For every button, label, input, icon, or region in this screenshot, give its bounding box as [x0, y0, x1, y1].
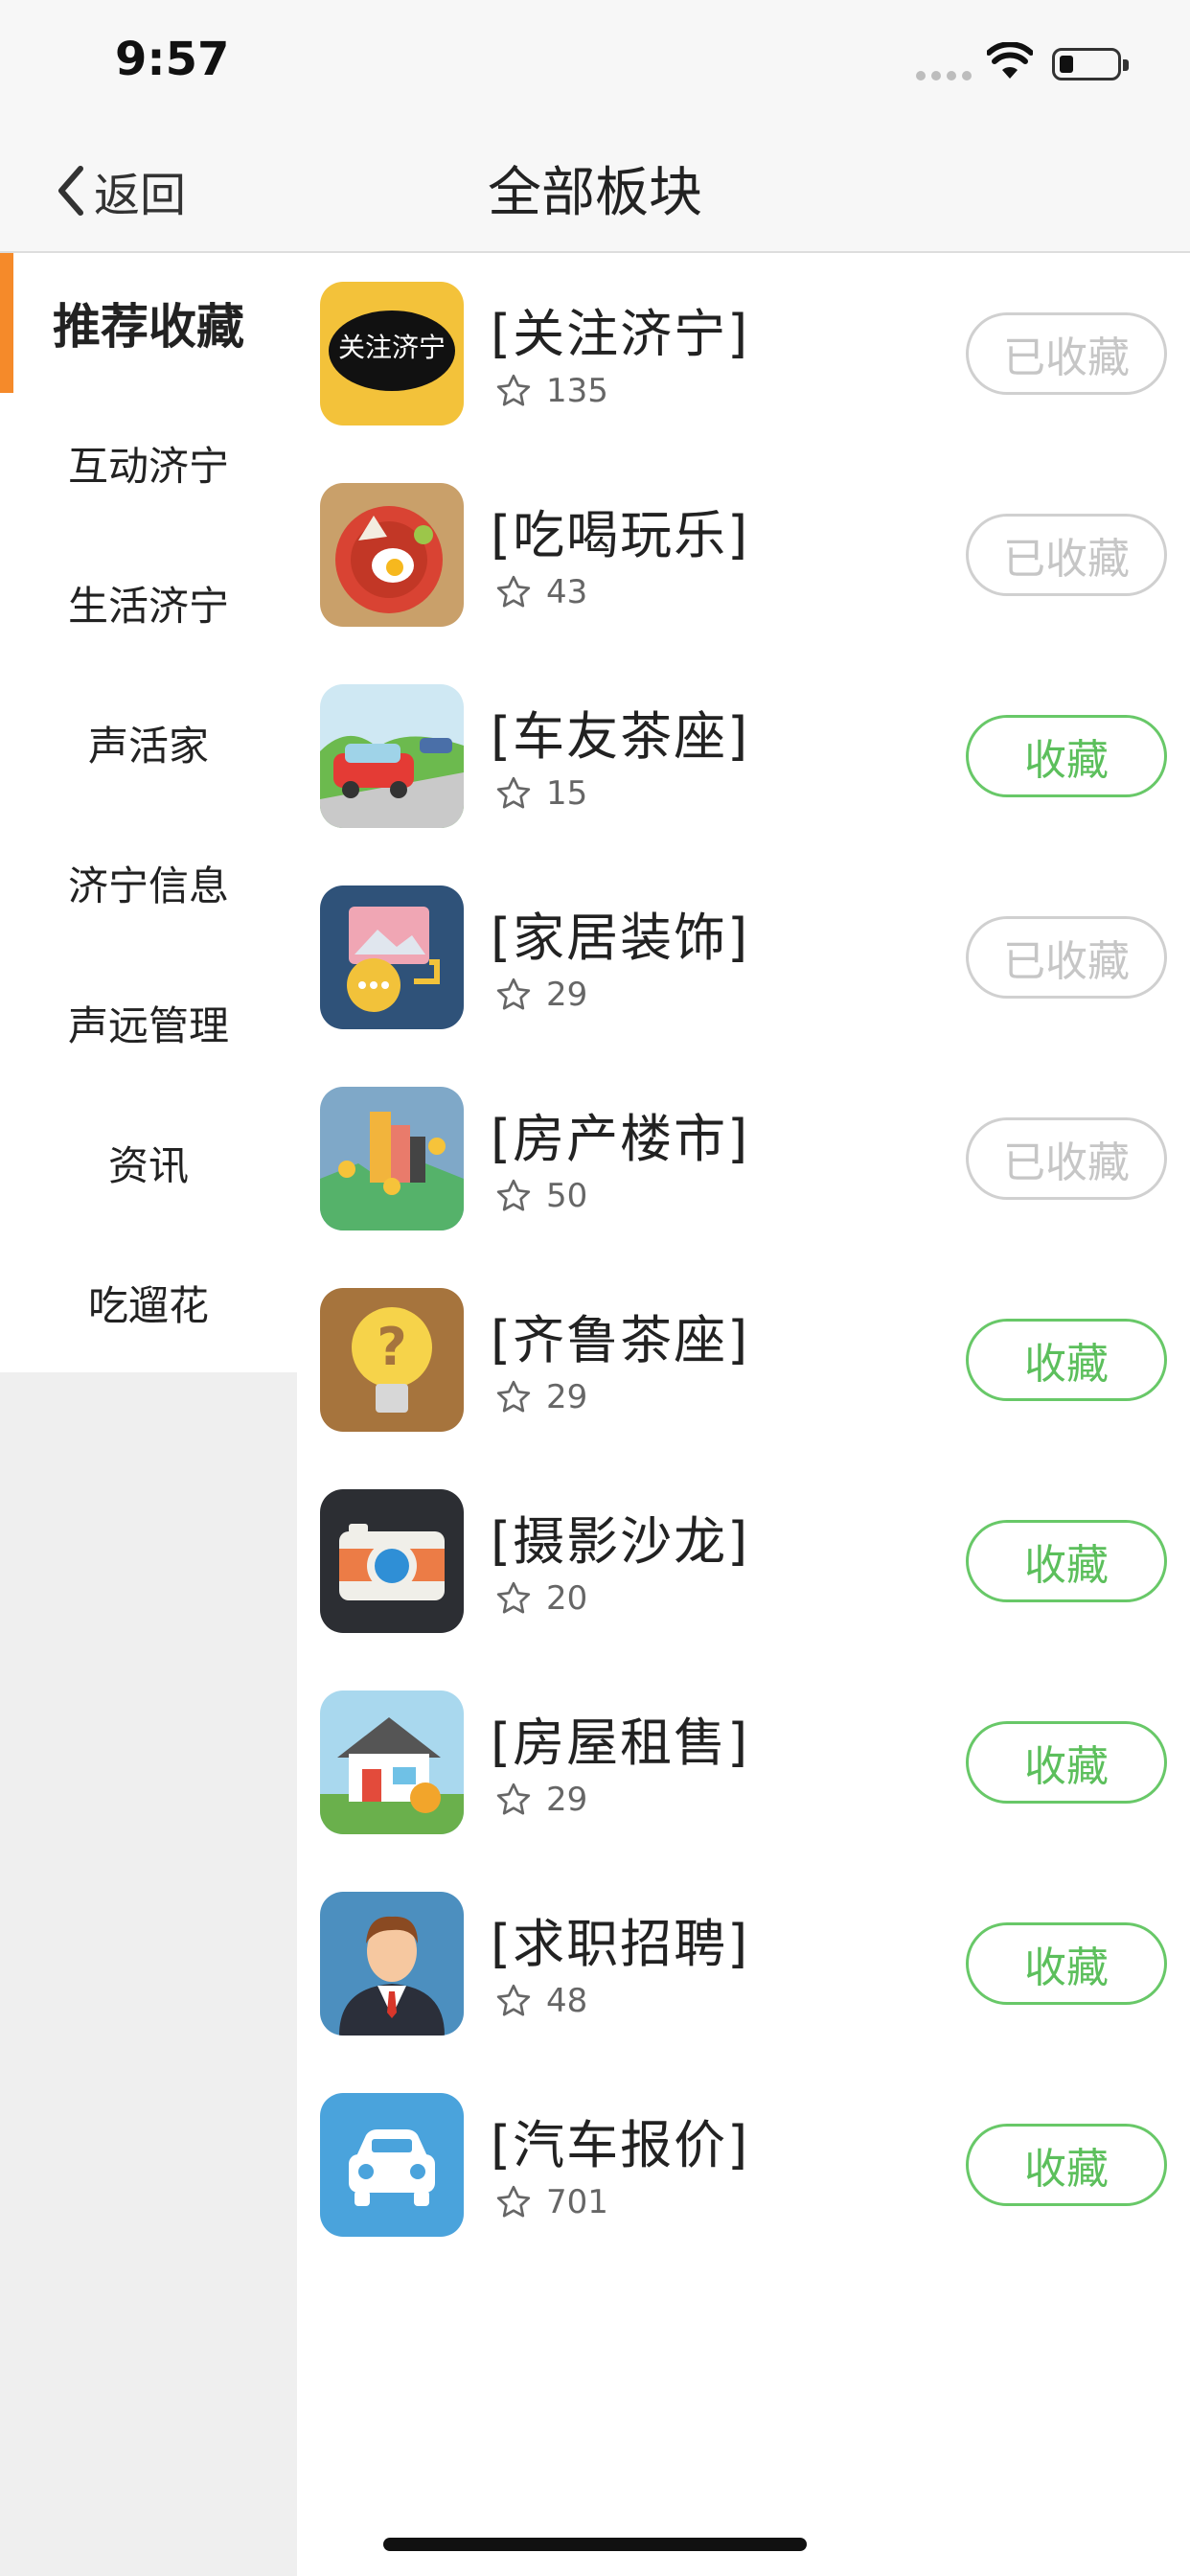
board-name: [求职招聘]: [491, 1914, 750, 1974]
star-icon: [496, 374, 531, 406]
sidebar-item-life-jining[interactable]: 生活济宁: [0, 533, 297, 673]
battery-icon: [1052, 48, 1129, 80]
board-name: [吃喝玩乐]: [491, 505, 750, 565]
board-row[interactable]: 关注济宁 [关注济宁] 135 已收藏: [297, 253, 1190, 454]
sidebar-item-interactive-jining[interactable]: 互动济宁: [0, 393, 297, 533]
guanzhu-jining-logo-icon: 关注济宁: [320, 282, 464, 426]
board-name: [房产楼市]: [491, 1109, 750, 1169]
food-plate-icon: [320, 483, 464, 627]
star-icon: [496, 2185, 531, 2218]
businessman-icon: [320, 1892, 464, 2036]
collect-button[interactable]: 收藏: [966, 1922, 1167, 2005]
star-icon: [496, 776, 531, 809]
favorite-count: 135: [546, 372, 608, 410]
board-row[interactable]: ? [齐鲁茶座] 29 收藏: [297, 1259, 1190, 1460]
board-row[interactable]: [家居装饰] 29 已收藏: [297, 857, 1190, 1058]
category-sidebar: 推荐收藏 互动济宁 生活济宁 声活家 济宁信息 声远管理 资讯 吃遛花: [0, 253, 297, 1372]
navigation-bar: 返回 全部板块: [0, 126, 1190, 253]
star-icon: [496, 575, 531, 608]
board-name: [车友茶座]: [491, 706, 750, 767]
collect-button[interactable]: 收藏: [966, 715, 1167, 797]
favorite-count: 43: [546, 573, 588, 611]
collect-button[interactable]: 收藏: [966, 1319, 1167, 1401]
collected-button[interactable]: 已收藏: [966, 312, 1167, 395]
city-buildings-icon: [320, 1087, 464, 1230]
collected-button[interactable]: 已收藏: [966, 514, 1167, 596]
board-row[interactable]: [车友茶座] 15 收藏: [297, 656, 1190, 857]
sidebar-item-recommended[interactable]: 推荐收藏: [0, 253, 297, 393]
favorite-count: 50: [546, 1177, 588, 1215]
status-time: 9:57: [115, 33, 230, 86]
sidebar-item-chiliuhua[interactable]: 吃遛花: [0, 1232, 297, 1372]
collect-button[interactable]: 收藏: [966, 2124, 1167, 2206]
wifi-icon: [987, 42, 1033, 79]
status-bar: 9:57: [0, 0, 1190, 126]
favorite-count: 29: [546, 1378, 588, 1416]
camera-icon: [320, 1489, 464, 1633]
board-list: 关注济宁 [关注济宁] 135 已收藏 [吃喝玩乐] 43 已收藏 [车友茶座]…: [297, 253, 1190, 2266]
collected-button[interactable]: 已收藏: [966, 916, 1167, 999]
star-icon: [496, 1380, 531, 1413]
favorite-count: 20: [546, 1579, 588, 1618]
house-coin-icon: [320, 1690, 464, 1834]
board-row[interactable]: [房产楼市] 50 已收藏: [297, 1058, 1190, 1259]
board-name: [汽车报价]: [491, 2115, 750, 2175]
lightbulb-question-icon: ?: [320, 1288, 464, 1432]
collect-button[interactable]: 收藏: [966, 1520, 1167, 1602]
sidebar-item-jining-info[interactable]: 济宁信息: [0, 813, 297, 953]
favorite-count: 29: [546, 976, 588, 1014]
car-front-icon: [320, 2093, 464, 2237]
star-icon: [496, 978, 531, 1010]
home-indicator[interactable]: [383, 2538, 807, 2551]
collected-button[interactable]: 已收藏: [966, 1117, 1167, 1200]
collect-button[interactable]: 收藏: [966, 1721, 1167, 1804]
logo-text: 关注济宁: [338, 332, 446, 363]
svg-text:?: ?: [377, 1317, 406, 1377]
board-row[interactable]: [摄影沙龙] 20 收藏: [297, 1460, 1190, 1662]
favorite-count: 48: [546, 1982, 588, 2020]
board-name: [房屋租售]: [491, 1713, 750, 1773]
star-icon: [496, 1179, 531, 1211]
cellular-signal-icon: [916, 71, 972, 80]
sidebar-item-news[interactable]: 资讯: [0, 1092, 297, 1232]
board-name: [齐鲁茶座]: [491, 1310, 750, 1370]
sidebar-item-shenghuojia[interactable]: 声活家: [0, 673, 297, 813]
board-name: [关注济宁]: [491, 304, 750, 364]
favorite-count: 701: [546, 2183, 608, 2221]
page-title: 全部板块: [488, 162, 702, 224]
board-row[interactable]: [房屋租售] 29 收藏: [297, 1662, 1190, 1863]
star-icon: [496, 1782, 531, 1815]
board-row[interactable]: [吃喝玩乐] 43 已收藏: [297, 454, 1190, 656]
favorite-count: 29: [546, 1781, 588, 1819]
board-name: [家居装饰]: [491, 908, 750, 968]
picture-chat-icon: [320, 886, 464, 1029]
board-row[interactable]: [汽车报价] 701 收藏: [297, 2064, 1190, 2266]
favorite-count: 15: [546, 774, 588, 813]
star-icon: [496, 1581, 531, 1614]
star-icon: [496, 1984, 531, 2016]
sidebar-item-shengyuan-management[interactable]: 声远管理: [0, 953, 297, 1092]
board-row[interactable]: [求职招聘] 48 收藏: [297, 1863, 1190, 2064]
red-car-icon: [320, 684, 464, 828]
board-name: [摄影沙龙]: [491, 1511, 750, 1572]
